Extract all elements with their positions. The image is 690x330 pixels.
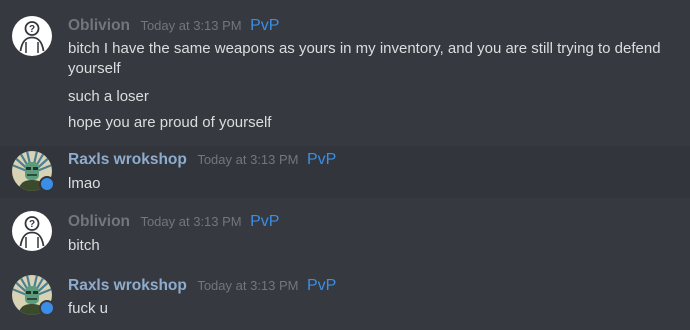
username[interactable]: Raxls wrokshop [68, 151, 187, 168]
message-header: Raxls wrokshop Today at 3:13 PM PvP [68, 150, 336, 170]
message-text: bitch [68, 237, 100, 254]
avatar[interactable] [12, 151, 55, 192]
svg-text:?: ? [29, 219, 35, 230]
user-tag: PvP [250, 17, 280, 34]
message-header: Oblivion Today at 3:13 PM PvP [68, 212, 279, 232]
message-group: ? Oblivion Today at 3:13 PM PvP bitch I … [0, 0, 690, 144]
avatar[interactable]: ? [12, 211, 52, 251]
user-tag: PvP [306, 277, 337, 294]
message-header: Oblivion Today at 3:13 PM PvP [68, 16, 279, 36]
timestamp: Today at 3:13 PM [197, 278, 299, 293]
question-mark-person-icon: ? [12, 211, 52, 251]
question-mark-person-icon: ? [12, 16, 52, 56]
chat-log: ? Oblivion Today at 3:13 PM PvP bitch I … [0, 0, 690, 330]
message-text: such a loser [68, 88, 149, 105]
svg-text:?: ? [29, 24, 35, 35]
timestamp: Today at 3:13 PM [140, 214, 242, 229]
message-text: hope you are proud of yourself [68, 114, 272, 131]
message-text: yourself [68, 60, 121, 77]
message-group: ? Oblivion Today at 3:13 PM PvP bitch [0, 205, 690, 265]
username[interactable]: Oblivion [68, 213, 130, 230]
message-text: bitch I have the same weapons as yours i… [68, 40, 661, 57]
username[interactable]: Oblivion [68, 17, 130, 34]
message-group: Raxls wrokshop Today at 3:13 PM PvP lmao [0, 146, 690, 198]
message-group: Raxls wrokshop Today at 3:13 PM PvP fuck… [0, 268, 690, 330]
avatar[interactable]: ? [12, 16, 52, 56]
timestamp: Today at 3:13 PM [140, 18, 242, 33]
timestamp: Today at 3:13 PM [197, 152, 299, 167]
username[interactable]: Raxls wrokshop [68, 277, 187, 294]
status-dot [39, 176, 55, 192]
message-header: Raxls wrokshop Today at 3:13 PM PvP [68, 276, 336, 296]
message-text: lmao [68, 175, 101, 192]
message-text: fuck u [68, 300, 109, 317]
status-dot [39, 300, 55, 316]
user-tag: PvP [306, 151, 337, 168]
avatar[interactable] [12, 275, 55, 316]
user-tag: PvP [250, 213, 280, 230]
